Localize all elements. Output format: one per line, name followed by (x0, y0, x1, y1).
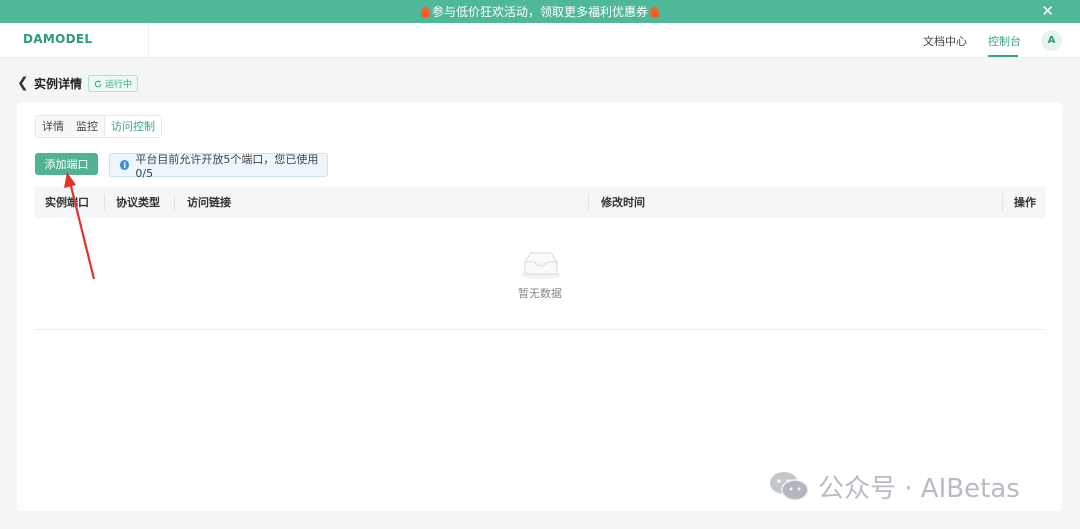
column-header-actions[interactable]: 操作 (1014, 187, 1036, 218)
empty-state-text: 暂无数据 (518, 287, 562, 300)
column-header-port[interactable]: 实例端口 (45, 187, 89, 218)
promo-banner[interactable]: 参与低价狂欢活动，领取更多福利优惠券 ✕ (0, 0, 1080, 23)
watermark-text: 公众号 · AIBetas (818, 473, 1020, 504)
watermark: 公众号 · AIBetas (768, 469, 1020, 504)
banner-text: 参与低价狂欢活动，领取更多福利优惠券 (431, 5, 648, 19)
refresh-icon (94, 80, 102, 87)
column-header-modified[interactable]: 修改时间 (601, 187, 645, 218)
port-info-text: 平台目前允许开放5个端口，您已使用 0/5 (135, 152, 319, 180)
fire-icon (420, 7, 430, 18)
column-header-protocol[interactable]: 协议类型 (116, 187, 160, 218)
empty-inbox-icon (521, 252, 561, 279)
wechat-icon (770, 472, 809, 501)
avatar[interactable]: A (1041, 30, 1062, 51)
logo[interactable]: DAMODEL (23, 32, 92, 46)
close-icon[interactable]: ✕ (1041, 2, 1054, 20)
tab-access-control[interactable]: 访问控制 (104, 116, 161, 137)
nav-console-link[interactable]: 控制台 (988, 33, 1021, 49)
port-info-alert: i 平台目前允许开放5个端口，您已使用 0/5 (109, 152, 328, 180)
active-nav-indicator (988, 55, 1018, 57)
add-port-button[interactable]: 添加端口 (35, 153, 98, 175)
back-arrow-icon[interactable]: ❮ (17, 75, 29, 91)
instance-card: 详情 监控 访问控制 添加端口 i 平台目前允许开放5个端口，您已使用 0/5 … (17, 102, 1062, 511)
top-navbar: DAMODEL 文档中心 控制台 A (0, 23, 1080, 58)
info-icon: i (120, 160, 130, 170)
table-header: 实例端口 协议类型 访问链接 修改时间 操作 (34, 187, 1046, 218)
column-divider (174, 194, 175, 211)
column-divider (1002, 194, 1003, 211)
tab-details[interactable]: 详情 (36, 116, 70, 137)
page-title: 实例详情 (34, 77, 83, 91)
tab-bar: 详情 监控 访问控制 (35, 115, 162, 138)
nav-docs-link[interactable]: 文档中心 (923, 33, 967, 49)
tab-monitoring[interactable]: 监控 (70, 116, 104, 137)
column-divider (588, 194, 589, 211)
fire-icon (650, 7, 659, 18)
divider (148, 23, 149, 57)
column-divider (104, 194, 105, 211)
status-text: 运行中 (105, 80, 133, 90)
status-badge: 运行中 (88, 75, 139, 92)
table-body-empty: 暂无数据 (34, 218, 1046, 330)
column-header-link[interactable]: 访问链接 (187, 187, 231, 218)
